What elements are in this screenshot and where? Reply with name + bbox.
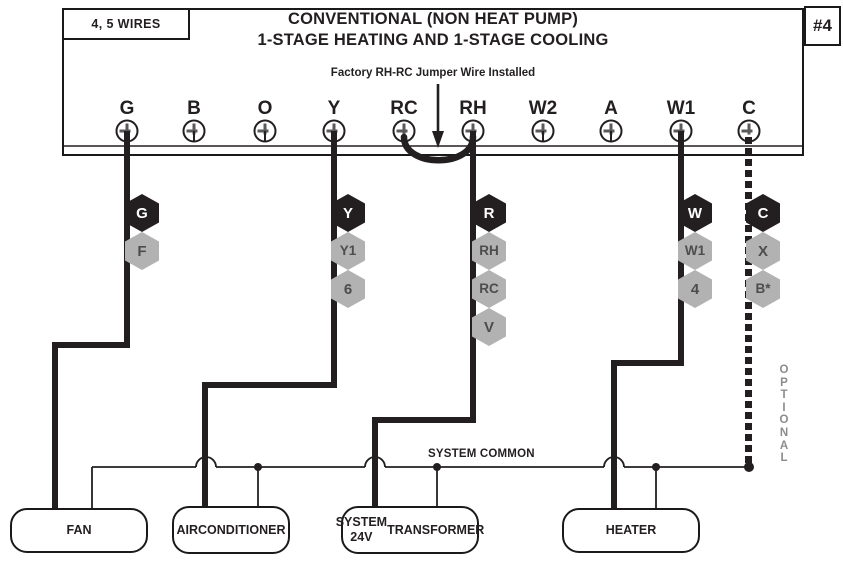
optional-wire-dot bbox=[745, 412, 752, 419]
optional-wire-dot bbox=[745, 346, 752, 353]
optional-wire-dot bbox=[745, 170, 752, 177]
optional-letter: N bbox=[779, 426, 789, 439]
optional-wire-dot bbox=[745, 335, 752, 342]
equipment-fan: FAN bbox=[10, 508, 148, 553]
optional-wire-dot bbox=[745, 357, 752, 364]
equipment-air-conditioner: AIR CONDITIONER bbox=[172, 506, 290, 554]
equipment-label-line: FAN bbox=[66, 523, 92, 537]
optional-wire-dot bbox=[745, 423, 752, 430]
equipment-label-line: SYSTEM 24V bbox=[335, 515, 388, 544]
system-common-label: SYSTEM COMMON bbox=[428, 448, 535, 460]
optional-letter: T bbox=[780, 389, 788, 402]
optional-wire-dot bbox=[745, 192, 752, 199]
wiring-diagram: CONVENTIONAL (NON HEAT PUMP) 1-STAGE HEA… bbox=[0, 0, 843, 562]
optional-wire-dot bbox=[745, 313, 752, 320]
equipment-transformer: SYSTEM 24V TRANSFORMER bbox=[336, 506, 484, 554]
optional-wire-dot bbox=[745, 324, 752, 331]
optional-wire-dot bbox=[745, 368, 752, 375]
equipment-heater: HEATER bbox=[562, 508, 700, 553]
optional-wire-dot bbox=[745, 225, 752, 232]
optional-wire-dot bbox=[745, 390, 752, 397]
equipment-label-line: HEATER bbox=[605, 523, 657, 537]
optional-wire-dot bbox=[745, 159, 752, 166]
optional-wire-dot bbox=[745, 181, 752, 188]
optional-letter: P bbox=[780, 376, 788, 389]
optional-letter: O bbox=[779, 414, 789, 427]
optional-letter: L bbox=[780, 452, 788, 465]
optional-letter: O bbox=[779, 364, 789, 376]
optional-wire-dot bbox=[745, 434, 752, 441]
wire-graphics bbox=[52, 84, 802, 512]
optional-wire-dot bbox=[745, 379, 752, 386]
equipment-label-line: CONDITIONER bbox=[198, 522, 286, 537]
optional-letter: I bbox=[782, 401, 786, 414]
optional-wire-dot bbox=[745, 148, 752, 155]
optional-letter: A bbox=[779, 439, 789, 452]
optional-wire-dot bbox=[745, 401, 752, 408]
optional-wire-dot bbox=[745, 269, 752, 276]
equipment-label-line: TRANSFORMER bbox=[387, 522, 485, 537]
optional-wire-dot bbox=[745, 302, 752, 309]
optional-wire-dot bbox=[745, 445, 752, 452]
optional-vertical-label: OPTIONAL bbox=[773, 364, 795, 465]
equipment-label-line: AIR bbox=[176, 522, 199, 537]
optional-wire-dot bbox=[745, 456, 752, 463]
optional-wire-dot bbox=[745, 137, 752, 144]
